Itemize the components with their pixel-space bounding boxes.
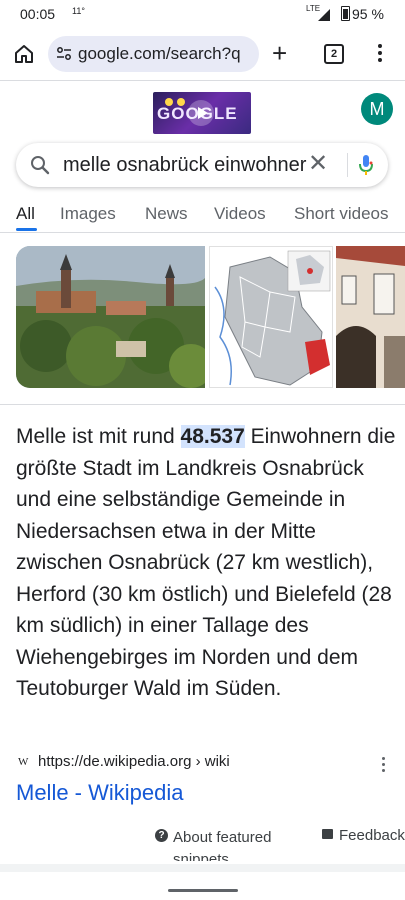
microphone-icon[interactable] <box>358 154 374 176</box>
google-doodle[interactable]: GOOGLE <box>153 92 251 134</box>
home-icon[interactable] <box>12 42 36 66</box>
search-box-divider <box>347 153 348 177</box>
clear-icon[interactable]: ✕ <box>308 152 328 176</box>
battery-icon <box>341 6 350 21</box>
address-bar[interactable]: google.com/search?q <box>48 36 259 72</box>
search-input[interactable]: melle osnabrück einwohner <box>63 154 308 177</box>
snippet-text-before: Melle ist mit rund <box>16 425 181 448</box>
toolbar-divider <box>0 80 405 81</box>
account-avatar[interactable]: M <box>361 93 393 125</box>
building-photo[interactable] <box>336 246 405 388</box>
signal-icon <box>318 9 330 21</box>
district-map[interactable] <box>209 246 333 388</box>
battery-percentage: 95 % <box>352 6 384 22</box>
snippet-text-after: Einwohnern die größte Stadt im Landkreis… <box>16 425 396 700</box>
tab-all[interactable]: All <box>16 204 35 224</box>
tab-short-videos[interactable]: Short videos <box>294 204 389 224</box>
tab-images[interactable]: Images <box>60 204 116 224</box>
wikipedia-favicon-icon: W <box>18 756 29 768</box>
snippet-highlight: 48.537 <box>180 425 245 448</box>
tabs-divider <box>0 232 405 233</box>
feedback-icon <box>322 829 333 839</box>
search-box[interactable]: melle osnabrück einwohner ✕ <box>16 143 388 187</box>
result-options-icon[interactable] <box>382 757 385 775</box>
new-tab-icon[interactable]: + <box>272 40 287 66</box>
tab-news[interactable]: News <box>145 204 188 224</box>
status-time: 00:05 <box>20 6 56 22</box>
active-tab-indicator <box>16 228 37 231</box>
feedback-label: Feedback <box>339 827 405 844</box>
snippet-source[interactable]: W https://de.wikipedia.org › wiki <box>16 752 396 774</box>
about-featured-snippets-label: About featured snippets <box>173 829 272 861</box>
result-title-link[interactable]: Melle - Wikipedia <box>16 780 184 806</box>
browser-toolbar: google.com/search?q + 2 <box>0 34 405 74</box>
status-temperature: 11° <box>72 6 85 16</box>
site-settings-icon[interactable] <box>56 46 72 62</box>
search-icon <box>31 156 50 175</box>
status-bar: 00:05 11° LTE 95 % <box>0 0 405 30</box>
snippet-footer: ? About featured snippets Feedback <box>0 825 405 861</box>
images-divider <box>0 404 405 405</box>
source-url[interactable]: https://de.wikipedia.org › wiki <box>38 753 230 770</box>
tab-switcher-icon[interactable]: 2 <box>324 44 344 64</box>
help-icon: ? <box>155 829 168 842</box>
image-carousel <box>16 246 405 389</box>
more-options-icon[interactable] <box>378 44 382 65</box>
address-bar-url: google.com/search?q <box>78 44 241 63</box>
featured-snippet-text: Melle ist mit rund 48.537 Einwohnern die… <box>16 421 396 705</box>
town-photo[interactable] <box>16 246 205 388</box>
gesture-bar[interactable] <box>168 889 238 892</box>
tab-videos[interactable]: Videos <box>214 204 266 224</box>
section-separator <box>0 864 405 872</box>
play-icon[interactable] <box>188 100 214 126</box>
search-tabs: All Images News Videos Short videos <box>0 202 405 232</box>
